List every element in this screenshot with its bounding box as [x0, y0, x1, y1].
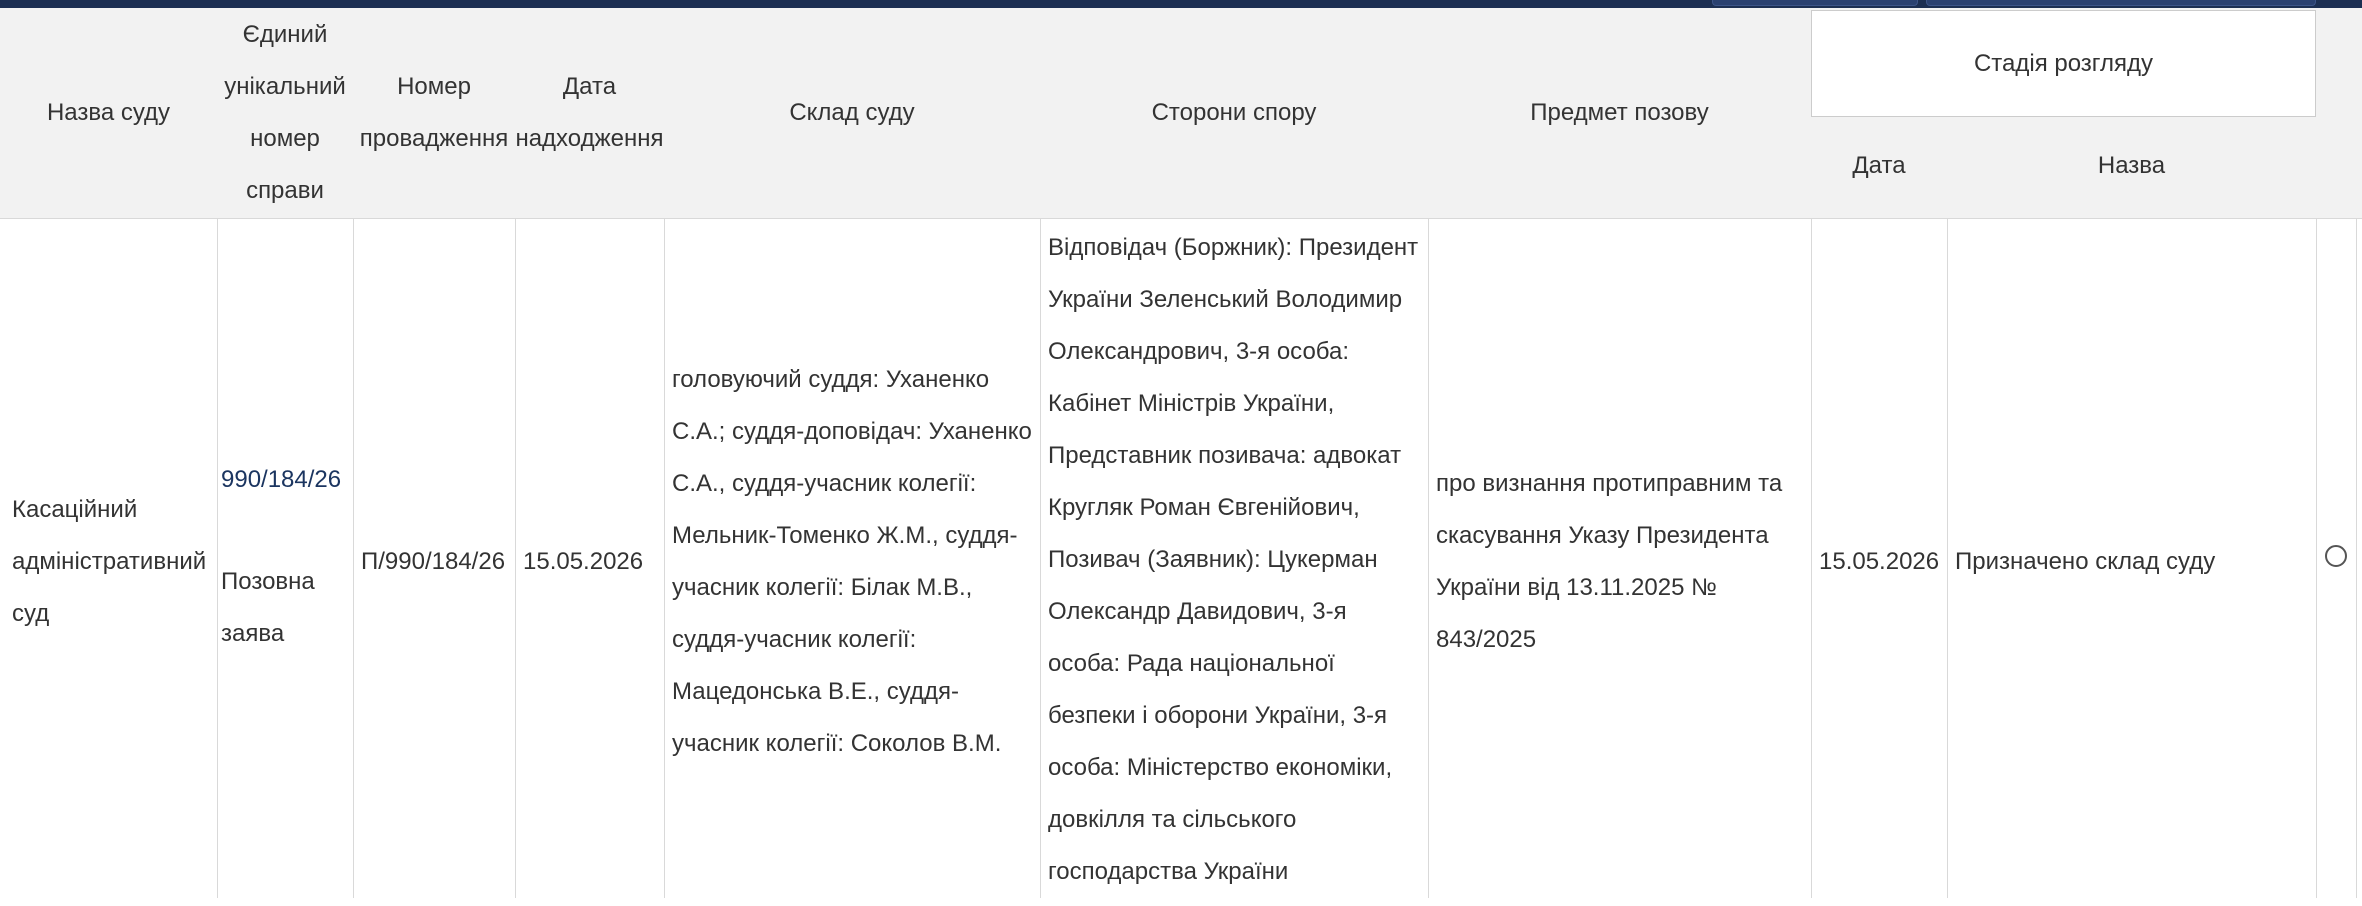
case-type-label: Позовна заява — [221, 568, 315, 647]
header-proceeding-number[interactable]: Номер провадження — [353, 8, 515, 218]
header-stage-name[interactable]: Назва — [1947, 130, 2316, 202]
header-subject[interactable]: Предмет позову — [1428, 8, 1811, 218]
header-receipt-date[interactable]: Дата надходження — [515, 8, 664, 218]
row-select-radio[interactable] — [2325, 545, 2347, 567]
table-row-proceeding-number: П/990/184/26 — [361, 548, 506, 575]
table-row-case-number: 990/184/26 Позовна заява — [217, 218, 353, 906]
table-row-stage-name: Призначено склад суду — [1955, 548, 2216, 575]
table-row-parties: Відповідач (Боржник): Президент України … — [1048, 234, 1419, 885]
column-divider — [2356, 218, 2357, 898]
table-row-court-composition: головуючий суддя: Уханенко С.А.; суддя-д… — [672, 366, 1032, 757]
header-court-composition[interactable]: Склад суду — [664, 8, 1040, 218]
table-row-receipt-date: 15.05.2026 — [523, 548, 644, 575]
header-parties[interactable]: Сторони спору — [1040, 8, 1428, 218]
header-stage[interactable]: Стадія розгляду — [1811, 10, 2316, 117]
table-row-stage-date: 15.05.2026 — [1819, 548, 1940, 575]
table-row-court-name: Касаційний адміністративний суд — [12, 496, 207, 627]
top-bar-button[interactable] — [1712, 0, 1918, 6]
top-navigation-bar — [0, 0, 2362, 8]
case-number-link[interactable]: 990/184/26 — [221, 454, 353, 506]
table-row-subject: про визнання протиправним та скасування … — [1436, 470, 1783, 653]
column-divider — [2316, 218, 2317, 898]
header-stage-date[interactable]: Дата — [1811, 130, 1947, 202]
top-bar-search-field[interactable] — [1926, 0, 2316, 6]
header-case-number[interactable]: Єдиний унікальний номер справи — [217, 8, 353, 218]
header-court-name[interactable]: Назва суду — [0, 8, 217, 218]
